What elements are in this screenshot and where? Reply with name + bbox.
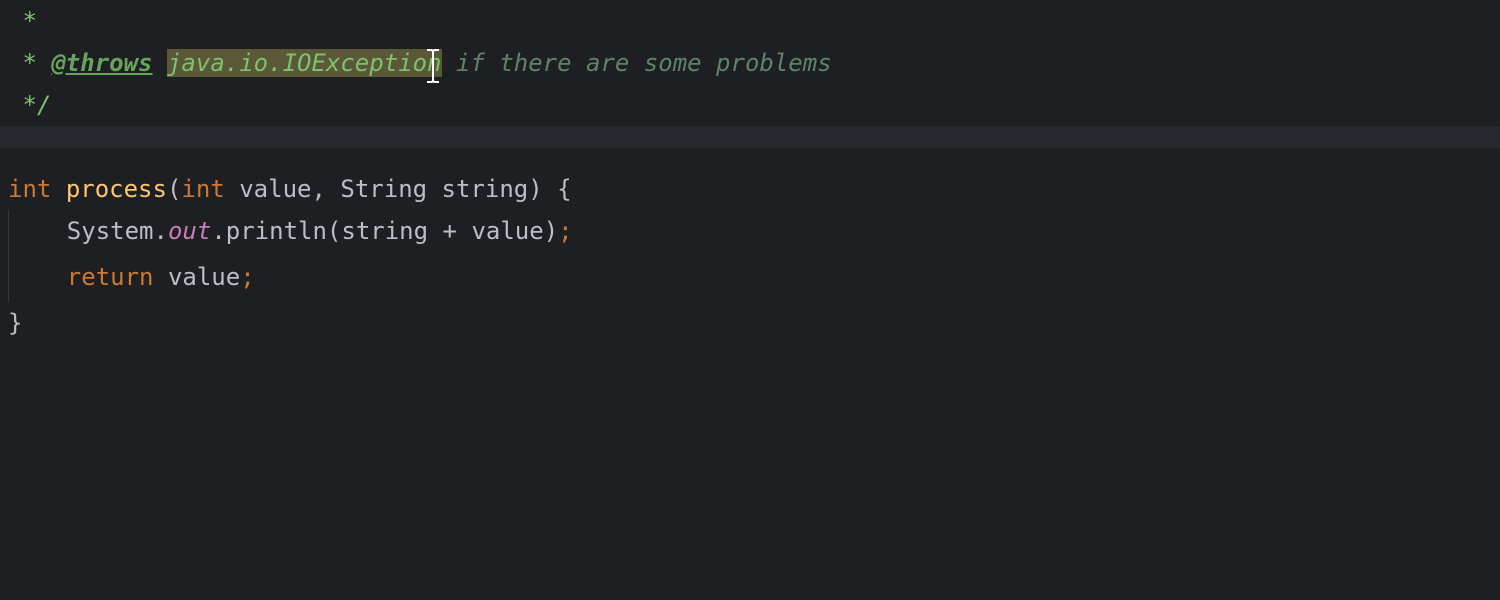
method-println: println <box>226 217 327 245</box>
brace-close: } <box>8 309 22 337</box>
indent <box>9 263 67 291</box>
keyword-return: return <box>67 263 154 291</box>
return-value: value <box>168 263 240 291</box>
keyword-int: int <box>181 175 224 203</box>
javadoc-close: */ <box>8 91 51 119</box>
param-value: value <box>225 175 312 203</box>
code-line[interactable]: */ <box>0 84 1500 126</box>
type-string: String <box>340 175 427 203</box>
method-name: process <box>66 175 167 203</box>
code-line[interactable]: System.out.println(string + value); <box>0 210 1500 256</box>
javadoc-throws-tag: @throws <box>51 49 152 77</box>
keyword-int: int <box>8 175 51 203</box>
javadoc-exception-type[interactable]: java.io.IOException <box>167 49 442 77</box>
brace-open: { <box>543 175 572 203</box>
code-line[interactable]: int process(int value, String string) { <box>0 148 1500 210</box>
comma: , <box>311 175 340 203</box>
code-line[interactable]: * @throws java.io.IOException if there a… <box>0 42 1500 84</box>
code-line[interactable]: * <box>0 0 1500 42</box>
arg-value: value <box>471 217 543 245</box>
param-string: string <box>427 175 528 203</box>
code-line[interactable]: } <box>0 302 1500 344</box>
method-separator <box>0 126 1500 148</box>
code-line[interactable]: return value; <box>0 256 1500 302</box>
javadoc-star: * <box>8 7 37 35</box>
javadoc-prefix: * <box>8 49 51 77</box>
semicolon: ; <box>240 263 254 291</box>
javadoc-space <box>153 49 167 77</box>
semicolon: ; <box>558 217 572 245</box>
code-editor[interactable]: * * @throws java.io.IOException if there… <box>0 0 1500 600</box>
arg-string: string <box>341 217 428 245</box>
javadoc-description: if there are some problems <box>442 49 832 77</box>
class-system: System <box>67 217 154 245</box>
paren-open: ( <box>167 175 181 203</box>
field-out: out <box>168 217 211 245</box>
paren-close: ) <box>528 175 542 203</box>
indent <box>9 217 67 245</box>
